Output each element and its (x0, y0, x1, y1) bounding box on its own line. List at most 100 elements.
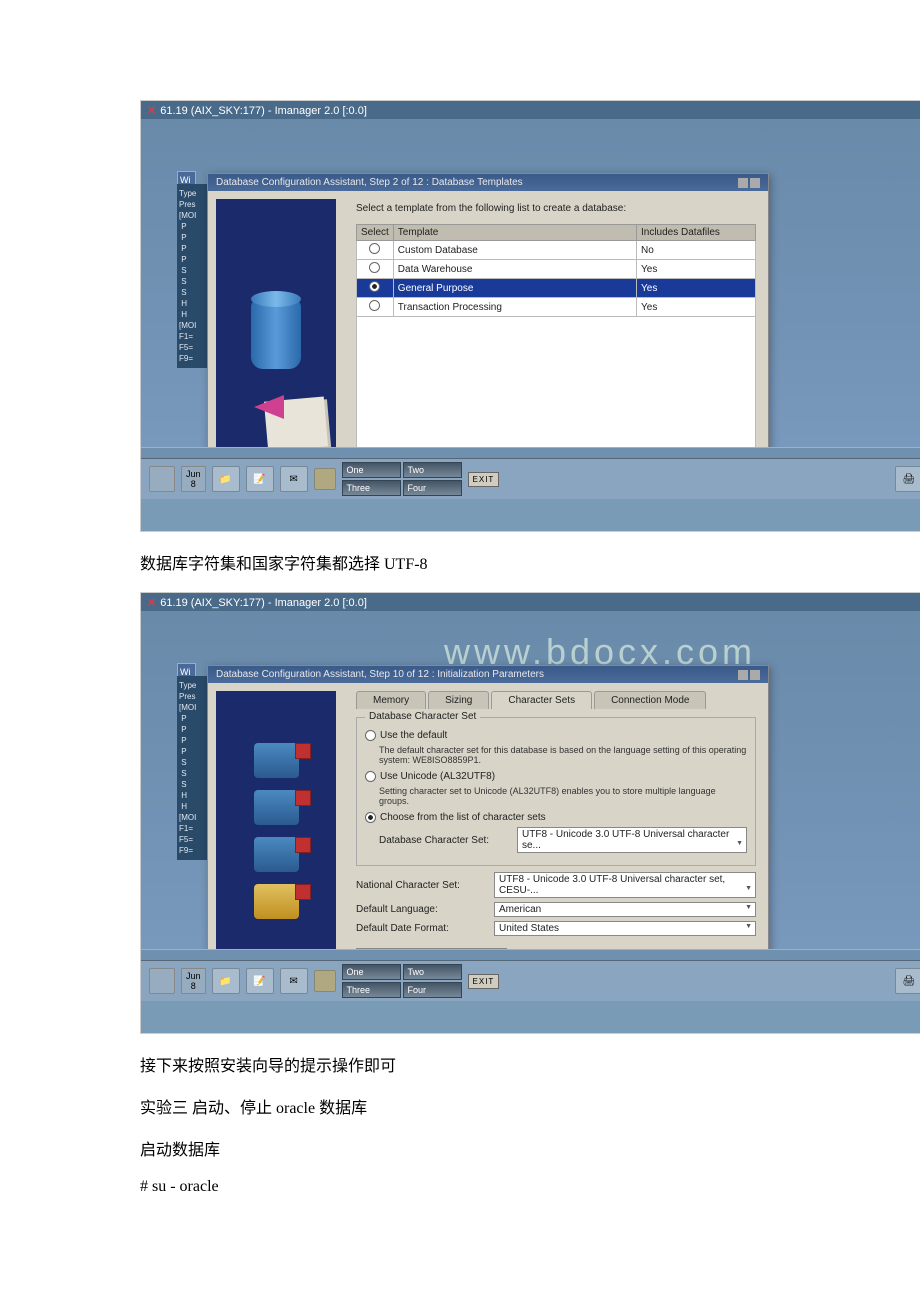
template-table: Select Template Includes Datafiles Custo… (356, 224, 756, 317)
printer-icon[interactable]: 🖨 (895, 968, 920, 994)
radio-icon[interactable] (369, 262, 380, 273)
wizard-illustration (216, 691, 336, 971)
taskbar-separator (141, 447, 920, 459)
tab-bar: Memory Sizing Character Sets Connection … (356, 691, 756, 709)
step-icon (254, 837, 299, 872)
default-date-label: Default Date Format: (356, 923, 486, 934)
wiz-min-icon[interactable] (738, 178, 748, 188)
national-charset-select[interactable]: UTF8 - Unicode 3.0 UTF-8 Universal chara… (494, 872, 756, 898)
screenshot-1: ✕ 61.19 (AIX_SKY:177) - Imanager 2.0 [:0.… (140, 100, 920, 532)
option-use-unicode[interactable]: Use Unicode (AL32UTF8) (365, 771, 747, 782)
step-icon (254, 743, 299, 778)
option-desc: Setting character set to Unicode (AL32UT… (379, 786, 747, 806)
calendar[interactable]: Jun8 (181, 466, 206, 492)
check-icon (295, 884, 311, 900)
clock-icon[interactable] (149, 466, 175, 492)
radio-icon[interactable] (369, 243, 380, 254)
step-icon (254, 790, 299, 825)
check-icon (295, 743, 311, 759)
printer-icon[interactable]: 🖨 (895, 466, 920, 492)
default-date-select[interactable]: United States (494, 921, 756, 936)
db-charset-select[interactable]: UTF8 - Unicode 3.0 UTF-8 Universal chara… (517, 827, 747, 853)
wiz-max-icon[interactable] (750, 670, 760, 680)
side-panel: Type Pres [MOI P P P P S S S H H [MOI F1… (177, 676, 209, 860)
wizard-titlebar: Database Configuration Assistant, Step 2… (208, 174, 768, 191)
taskbar: Jun8 📁 📝 ✉ One Two Three Four EXIT 🖨 📊 🔧… (141, 459, 920, 499)
tab-memory[interactable]: Memory (356, 691, 426, 709)
calendar[interactable]: Jun8 (181, 968, 206, 994)
caption-4: 启动数据库 (140, 1136, 920, 1160)
folder-icon[interactable]: 📁 (212, 968, 240, 994)
workspace-two[interactable]: Two (403, 462, 462, 478)
workspace-one[interactable]: One (342, 964, 401, 980)
option-use-default[interactable]: Use the default (365, 730, 747, 741)
table-row[interactable]: Custom DatabaseNo (357, 241, 756, 260)
workspace-three[interactable]: Three (342, 982, 401, 998)
caption-5: # su - oracle (140, 1178, 920, 1196)
check-icon (295, 790, 311, 806)
workspace-switcher[interactable]: One Two Three Four (342, 964, 462, 998)
notes-icon[interactable]: 📝 (246, 968, 274, 994)
national-charset-label: National Character Set: (356, 880, 486, 891)
caption-2: 接下来按照安装向导的提示操作即可 (140, 1052, 920, 1076)
col-select: Select (357, 225, 394, 241)
default-language-select[interactable]: American (494, 902, 756, 917)
taskbar: Jun8 📁 📝 ✉ One Two Three Four EXIT 🖨 📊 🔧… (141, 961, 920, 1001)
db-charset-fieldset: Database Character Set Use the default T… (356, 717, 756, 866)
tab-sizing[interactable]: Sizing (428, 691, 489, 709)
radio-icon[interactable] (365, 812, 376, 823)
lock-icon[interactable] (314, 468, 336, 490)
fieldset-legend: Database Character Set (365, 711, 480, 722)
instruction-text: Select a template from the following lis… (356, 203, 756, 214)
option-desc: The default character set for this datab… (379, 745, 747, 765)
wizard-illustration (216, 199, 336, 469)
db-charset-label: Database Character Set: (379, 835, 509, 846)
folder-icon[interactable]: 📁 (212, 466, 240, 492)
screenshot-2: ✕ 61.19 (AIX_SKY:177) - Imanager 2.0 [:0.… (140, 592, 920, 1034)
radio-icon[interactable] (369, 281, 380, 292)
lock-icon[interactable] (314, 970, 336, 992)
side-panel: Type Pres [MOI P P P P S S S H H [MOI F1… (177, 184, 209, 368)
window-titlebar: ✕ 61.19 (AIX_SKY:177) - Imanager 2.0 [:0.… (141, 593, 920, 611)
radio-icon[interactable] (369, 300, 380, 311)
radio-icon[interactable] (365, 730, 376, 741)
exit-button[interactable]: EXIT (468, 472, 500, 487)
window-title: 61.19 (AIX_SKY:177) - Imanager 2.0 [:0.0… (160, 597, 367, 609)
table-filler (356, 317, 756, 458)
desktop-area: www.bdocx.com Wi Type Pres [MOI P P P P … (141, 611, 920, 1001)
col-includes: Includes Datafiles (637, 225, 756, 241)
check-icon (295, 837, 311, 853)
exit-button[interactable]: EXIT (468, 974, 500, 989)
tab-connection-mode[interactable]: Connection Mode (594, 691, 706, 709)
x-logo-icon: ✕ (147, 597, 156, 609)
wiz-min-icon[interactable] (738, 670, 748, 680)
radio-icon[interactable] (365, 771, 376, 782)
wizard-titlebar: Database Configuration Assistant, Step 1… (208, 666, 768, 683)
wiz-max-icon[interactable] (750, 178, 760, 188)
table-row[interactable]: Transaction ProcessingYes (357, 298, 756, 317)
caption-3: 实验三 启动、停止 oracle 数据库 (140, 1094, 920, 1118)
clock-icon[interactable] (149, 968, 175, 994)
tab-character-sets[interactable]: Character Sets (491, 691, 592, 709)
workspace-four[interactable]: Four (403, 480, 462, 496)
window-title: 61.19 (AIX_SKY:177) - Imanager 2.0 [:0.0… (160, 105, 367, 117)
workspace-one[interactable]: One (342, 462, 401, 478)
caption-1: 数据库字符集和国家字符集都选择 UTF-8 (140, 550, 920, 574)
workspace-four[interactable]: Four (403, 982, 462, 998)
notes-icon[interactable]: 📝 (246, 466, 274, 492)
col-template: Template (393, 225, 636, 241)
table-row-selected[interactable]: General PurposeYes (357, 279, 756, 298)
wizard-title: Database Configuration Assistant, Step 1… (216, 669, 544, 680)
desktop-area: Wi Type Pres [MOI P P P P S S S H H [MOI… (141, 119, 920, 499)
mail-icon[interactable]: ✉ (280, 466, 308, 492)
step-icon (254, 884, 299, 919)
mail-icon[interactable]: ✉ (280, 968, 308, 994)
wizard-title: Database Configuration Assistant, Step 2… (216, 177, 523, 188)
option-choose-list[interactable]: Choose from the list of character sets (365, 812, 747, 823)
workspace-two[interactable]: Two (403, 964, 462, 980)
x-logo-icon: ✕ (147, 105, 156, 117)
table-row[interactable]: Data WarehouseYes (357, 260, 756, 279)
workspace-switcher[interactable]: One Two Three Four (342, 462, 462, 496)
window-titlebar: ✕ 61.19 (AIX_SKY:177) - Imanager 2.0 [:0.… (141, 101, 920, 119)
workspace-three[interactable]: Three (342, 480, 401, 496)
